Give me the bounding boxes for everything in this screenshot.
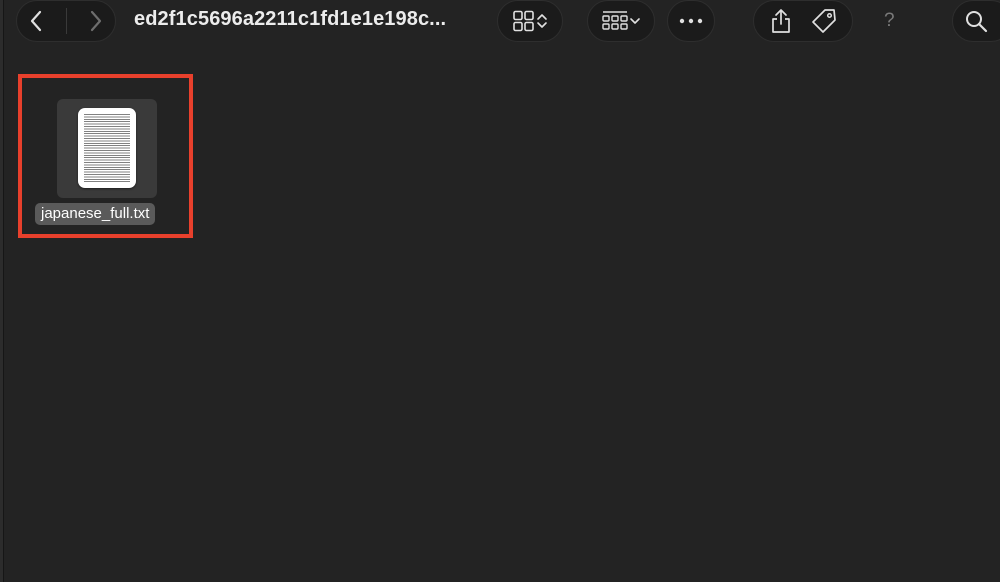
nav-divider bbox=[65, 8, 67, 34]
tag-icon[interactable] bbox=[811, 8, 837, 34]
help-icon[interactable]: ? bbox=[884, 10, 895, 32]
text-document-icon bbox=[78, 108, 136, 188]
share-tag-group bbox=[753, 0, 853, 42]
group-by-icon bbox=[601, 10, 629, 32]
finder-window: ed2f1c5696a2211c1fd1e1e198c... ? japanes… bbox=[0, 0, 1000, 582]
view-mode-button[interactable] bbox=[497, 0, 563, 42]
search-icon bbox=[964, 9, 988, 33]
more-actions-button[interactable] bbox=[667, 0, 715, 42]
ellipsis-icon bbox=[679, 18, 703, 24]
chevron-right-icon[interactable] bbox=[89, 10, 103, 32]
toolbar: ed2f1c5696a2211c1fd1e1e198c... ? bbox=[0, 0, 1000, 44]
search-button[interactable] bbox=[952, 0, 1000, 42]
group-by-button[interactable] bbox=[587, 0, 655, 42]
window-title: ed2f1c5696a2211c1fd1e1e198c... bbox=[134, 8, 447, 30]
file-item[interactable]: japanese_full.txt bbox=[20, 76, 191, 236]
chevron-updown-icon bbox=[536, 12, 548, 30]
chevron-down-icon bbox=[629, 16, 641, 26]
file-name-label: japanese_full.txt bbox=[35, 203, 156, 225]
navigation-group bbox=[16, 0, 116, 42]
grid-view-icon bbox=[512, 10, 536, 32]
chevron-left-icon[interactable] bbox=[29, 10, 43, 32]
share-icon[interactable] bbox=[770, 8, 792, 34]
window-edge bbox=[0, 0, 4, 582]
